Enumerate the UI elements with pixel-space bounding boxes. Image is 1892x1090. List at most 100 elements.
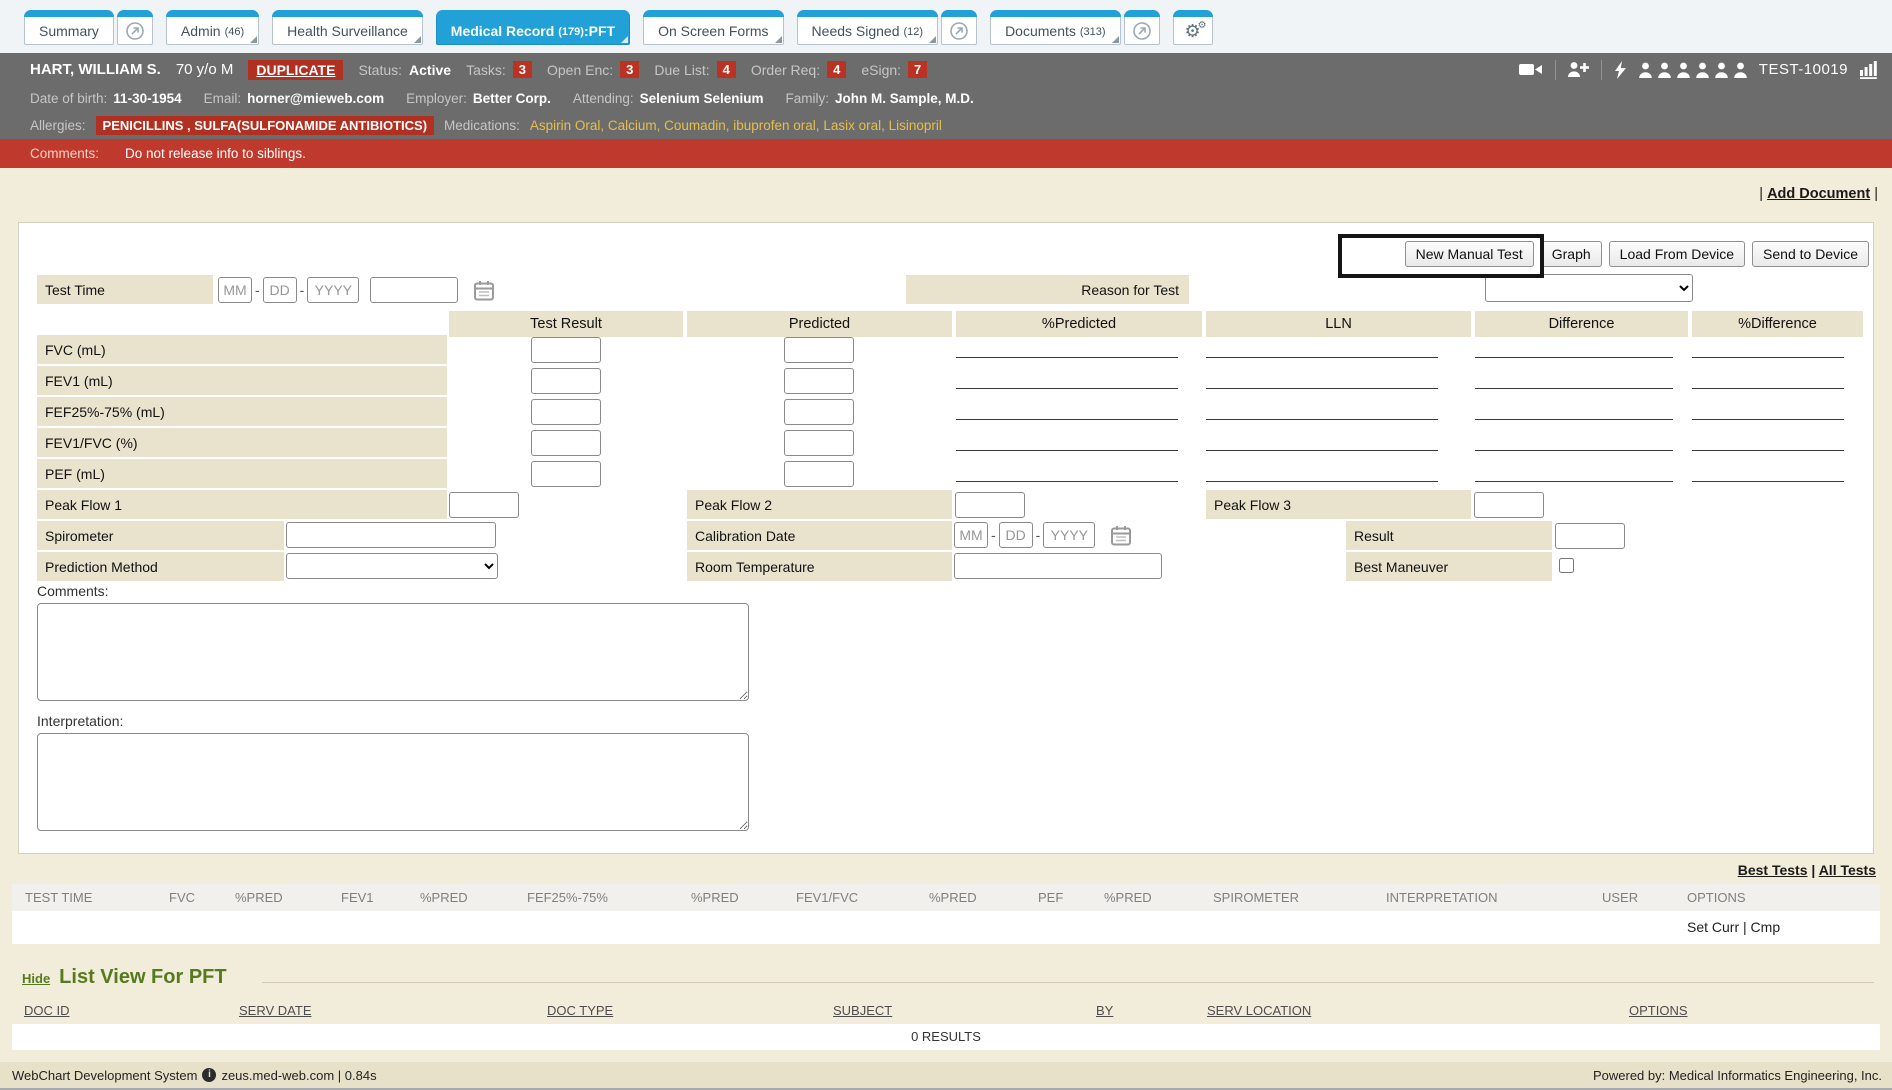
- person-icon: [1638, 62, 1653, 78]
- due-list-counter: Due List:4: [654, 61, 735, 78]
- best-maneuver-checkbox[interactable]: [1559, 558, 1574, 573]
- tasks-badge[interactable]: 3: [513, 61, 532, 78]
- graph-button[interactable]: Graph: [1541, 241, 1602, 267]
- tab-medical-record[interactable]: Medical Record(179):PFT: [436, 10, 630, 45]
- calendar-icon[interactable]: [473, 280, 495, 301]
- test-time-mm-input[interactable]: [218, 277, 252, 303]
- tab-health-surveillance[interactable]: Health Surveillance: [272, 10, 423, 45]
- col-by[interactable]: BY: [1096, 999, 1113, 1022]
- fvc-predicted-input[interactable]: [784, 337, 854, 363]
- best-tests-link[interactable]: Best Tests: [1738, 862, 1808, 878]
- settings-tab[interactable]: ⚙ ⚙: [1173, 10, 1213, 45]
- peak-flow-2-input[interactable]: [955, 492, 1025, 518]
- tab-summary-jump[interactable]: [117, 10, 153, 45]
- list-view-header: Hide List View For PFT: [22, 966, 227, 989]
- tab-admin[interactable]: Admin(46): [166, 10, 259, 45]
- esign-badge[interactable]: 7: [908, 61, 927, 78]
- dob-pair: Date of birth:11-30-1954: [30, 91, 182, 106]
- medication-link[interactable]: ibuprofen oral: [733, 118, 823, 133]
- new-manual-test-button[interactable]: New Manual Test: [1405, 241, 1534, 267]
- patient-name: HART, WILLIAM S.: [30, 61, 161, 78]
- medication-link[interactable]: Coumadin: [664, 118, 733, 133]
- tab-needs-signed-jump[interactable]: [941, 10, 977, 45]
- load-from-device-button[interactable]: Load From Device: [1609, 241, 1745, 267]
- prediction-method-select[interactable]: [286, 553, 498, 579]
- medication-link[interactable]: Lisinopril: [889, 118, 942, 133]
- interpretation-textarea[interactable]: [37, 733, 749, 831]
- calibration-dd-input[interactable]: [999, 522, 1033, 548]
- order-req-badge[interactable]: 4: [827, 61, 846, 78]
- info-icon[interactable]: i: [202, 1068, 216, 1082]
- col-serv-location[interactable]: SERV LOCATION: [1207, 999, 1311, 1022]
- fev1-fvc-predicted-input[interactable]: [784, 430, 854, 456]
- fvc-lln-field: [1206, 357, 1438, 358]
- fev1-test-result-input[interactable]: [531, 368, 601, 394]
- chart-stats-icon[interactable]: [1859, 61, 1878, 79]
- add-person-icon[interactable]: [1567, 61, 1590, 78]
- col-doc-options[interactable]: OPTIONS: [1629, 999, 1688, 1022]
- row-fev1: FEV1 (mL): [19, 366, 1873, 395]
- send-to-device-button[interactable]: Send to Device: [1752, 241, 1869, 267]
- fef-predicted-input[interactable]: [784, 399, 854, 425]
- reason-for-test-label: Reason for Test: [906, 275, 1189, 304]
- fvc-test-result-input[interactable]: [531, 337, 601, 363]
- reason-for-test-select[interactable]: [1485, 274, 1693, 302]
- person-icon: [1714, 62, 1729, 78]
- tab-needs-signed[interactable]: Needs Signed(12): [797, 10, 939, 45]
- comments-textarea[interactable]: [37, 603, 749, 701]
- col-header-lln: LLN: [1206, 311, 1471, 337]
- open-enc-badge[interactable]: 3: [620, 61, 639, 78]
- online-users-icons[interactable]: [1638, 62, 1748, 78]
- medications-list: Aspirin Oral Calcium Coumadin ibuprofen …: [530, 118, 942, 133]
- medication-link[interactable]: Lasix oral: [823, 118, 888, 133]
- duplicate-badge[interactable]: DUPLICATE: [248, 60, 343, 80]
- col-subject[interactable]: SUBJECT: [833, 999, 892, 1022]
- list-view-title: List View For PFT: [59, 966, 226, 989]
- fev1-fvc-test-result-input[interactable]: [531, 430, 601, 456]
- medication-link[interactable]: Calcium: [608, 118, 664, 133]
- test-time-yyyy-input[interactable]: [307, 277, 359, 303]
- result-input[interactable]: [1555, 523, 1625, 549]
- peak-flow-1-input[interactable]: [449, 492, 519, 518]
- calibration-mm-input[interactable]: [954, 522, 988, 548]
- add-document-link[interactable]: Add Document: [1767, 186, 1870, 202]
- due-list-badge[interactable]: 4: [717, 61, 736, 78]
- row-label-fef: FEF25%-75% (mL): [37, 397, 447, 426]
- col-serv-date[interactable]: SERV DATE: [239, 999, 311, 1022]
- lightning-icon[interactable]: [1613, 61, 1627, 79]
- email-pair: Email:horner@mieweb.com: [204, 91, 384, 106]
- tab-documents[interactable]: Documents(313): [990, 10, 1121, 45]
- row-label-fvc: FVC (mL): [37, 335, 447, 364]
- fef-test-result-input[interactable]: [531, 399, 601, 425]
- pef-test-result-input[interactable]: [531, 461, 601, 487]
- hide-link[interactable]: Hide: [22, 971, 50, 986]
- col-doc-id[interactable]: DOC ID: [24, 999, 70, 1022]
- video-camera-icon[interactable]: [1518, 61, 1544, 78]
- pef-predicted-input[interactable]: [784, 461, 854, 487]
- peak-flow-3-input[interactable]: [1474, 492, 1544, 518]
- allergies-badge[interactable]: PENICILLINS , SULFA(SULFONAMIDE ANTIBIOT…: [96, 116, 435, 135]
- pipe: |: [1874, 186, 1878, 202]
- calendar-icon[interactable]: [1110, 525, 1132, 546]
- medication-link[interactable]: Aspirin Oral: [530, 118, 608, 133]
- calibration-yyyy-input[interactable]: [1043, 522, 1095, 548]
- patient-header-row3: Allergies: PENICILLINS , SULFA(SULFONAMI…: [0, 111, 1892, 139]
- tab-on-screen-forms[interactable]: On Screen Forms: [643, 10, 783, 45]
- test-time-time-input[interactable]: [370, 277, 458, 303]
- pef-difference-field: [1475, 481, 1673, 482]
- tab-summary[interactable]: Summary: [24, 10, 114, 45]
- fev1-predicted-input[interactable]: [784, 368, 854, 394]
- tab-group-needs-signed: Needs Signed(12): [797, 10, 978, 45]
- test-time-dd-input[interactable]: [263, 277, 297, 303]
- tab-label: Medical Record: [451, 23, 554, 39]
- spirometer-input[interactable]: [286, 522, 496, 548]
- tab-documents-jump[interactable]: [1124, 10, 1160, 45]
- row-fev1-fvc: FEV1/FVC (%): [19, 428, 1873, 457]
- set-curr-cmp-links[interactable]: Set Curr | Cmp: [1687, 911, 1780, 944]
- status-value: Active: [409, 62, 451, 78]
- email-value[interactable]: horner@mieweb.com: [247, 91, 384, 106]
- person-icon: [1695, 62, 1710, 78]
- col-doc-type[interactable]: DOC TYPE: [547, 999, 613, 1022]
- all-tests-link[interactable]: All Tests: [1819, 862, 1876, 878]
- room-temperature-input[interactable]: [954, 553, 1162, 579]
